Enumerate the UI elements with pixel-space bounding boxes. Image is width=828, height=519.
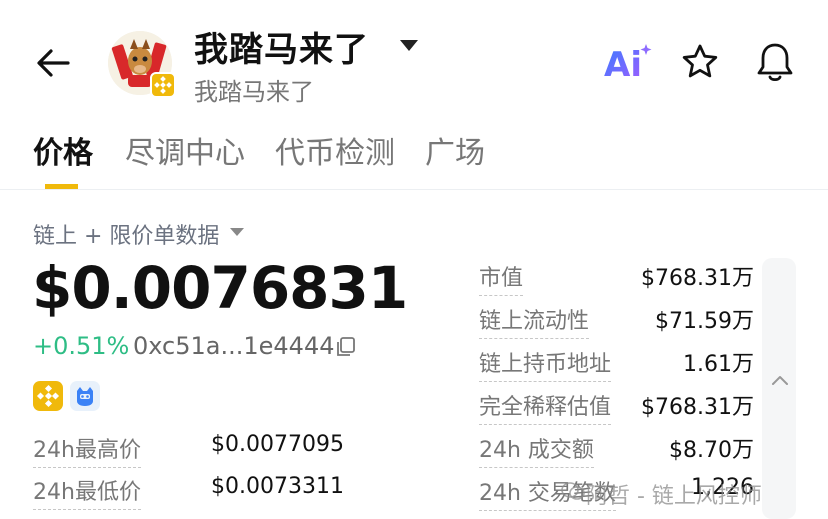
stat-value: 1.61万	[683, 352, 754, 377]
stat-label[interactable]: 完全稀释估值	[479, 389, 612, 425]
chevron-up-icon[interactable]	[771, 372, 789, 391]
stat-label[interactable]: 链上持币地址	[479, 346, 612, 382]
contract-address[interactable]: 0xc51a...1e4444	[133, 332, 335, 360]
bot-badge-icon[interactable]	[70, 381, 100, 411]
stat-label[interactable]: 24h最高价	[33, 432, 141, 468]
stat-label[interactable]: 链上流动性	[479, 303, 590, 339]
bell-icon[interactable]	[754, 40, 796, 88]
tab-square[interactable]: 广场	[425, 128, 485, 172]
star-icon[interactable]	[680, 42, 720, 86]
stat-value: $8.70万	[669, 438, 754, 463]
stat-row-holders: 链上持币地址 1.61万	[479, 346, 754, 382]
stat-row-24h-low: 24h最低价 $0.0073311	[33, 474, 453, 510]
ai-icon[interactable]: Ai	[604, 42, 652, 86]
token-title[interactable]: 我踏马来了	[194, 22, 369, 71]
watermark: 阿哲 - 链上风控师	[586, 484, 762, 509]
stat-label[interactable]: 24h最低价	[33, 474, 141, 510]
price-change: +0.51%	[33, 332, 130, 360]
back-arrow-icon	[37, 49, 70, 77]
stat-value: $0.0077095	[211, 432, 344, 457]
header-divider	[0, 189, 828, 190]
tab-price[interactable]: 价格	[33, 128, 93, 172]
stat-row-liquidity: 链上流动性 $71.59万	[479, 303, 754, 339]
stat-row-market-cap: 市值 $768.31万	[479, 260, 754, 296]
data-source-selector[interactable]: 链上 + 限价单数据	[33, 218, 219, 250]
watermark-logo-icon	[560, 481, 586, 505]
token-subtitle: 我踏马来了	[194, 78, 314, 106]
tab-due-diligence[interactable]: 尽调中心	[125, 128, 245, 172]
stat-value: $768.31万	[641, 266, 754, 291]
stat-label[interactable]: 24h 成交额	[479, 432, 594, 468]
tab-token-check[interactable]: 代币检测	[275, 128, 395, 172]
back-button[interactable]	[30, 40, 76, 86]
copy-icon[interactable]	[334, 335, 358, 363]
token-price: $0.0076831	[32, 254, 408, 322]
stat-value: $71.59万	[655, 309, 754, 334]
stat-label[interactable]: 市值	[479, 260, 524, 296]
stat-row-24h-volume: 24h 成交额 $8.70万	[479, 432, 754, 468]
svg-text:Ai: Ai	[604, 45, 642, 82]
stat-row-fdv: 完全稀释估值 $768.31万	[479, 389, 754, 425]
stat-row-24h-high: 24h最高价 $0.0077095	[33, 432, 453, 468]
source-dropdown-icon[interactable]	[230, 228, 244, 236]
chain-badge-icon	[150, 72, 176, 98]
stat-value: $0.0073311	[211, 474, 344, 499]
title-dropdown-icon[interactable]	[400, 40, 418, 51]
stat-value: $768.31万	[641, 395, 754, 420]
bnb-chain-icon[interactable]	[33, 381, 63, 411]
